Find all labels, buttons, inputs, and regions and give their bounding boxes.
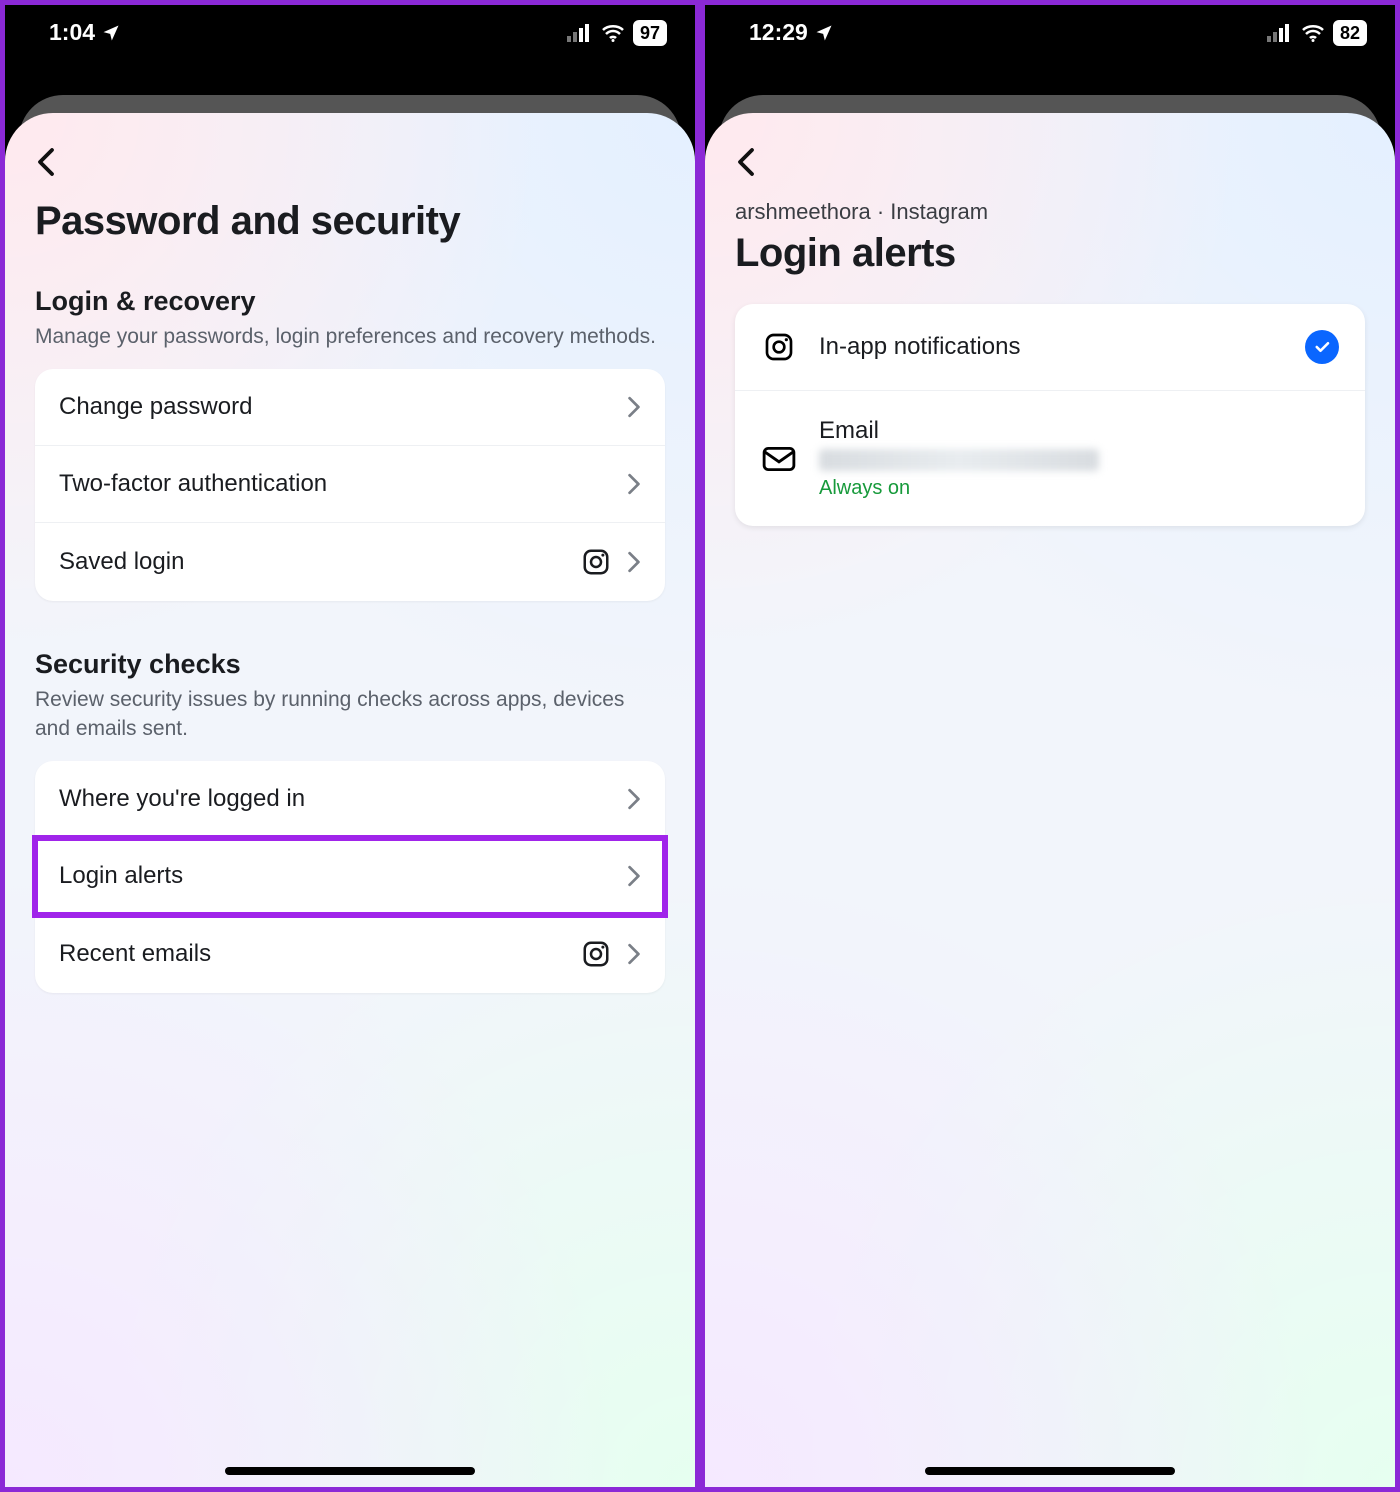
row-label: Email [819,417,1339,445]
settings-sheet: Password and security Login & recovery M… [5,113,695,1487]
instagram-icon [581,939,611,969]
row-label: Saved login [59,548,184,576]
email-icon [761,446,797,472]
page-title: Password and security [35,199,665,244]
status-bar: 12:29 82 [705,5,1395,56]
screenshot-right: 12:29 82 arshmeethora · Instagram Login … [700,0,1400,1492]
row-label: Recent emails [59,940,211,968]
card-login-alerts: In-app notifications Email Always on [735,304,1365,526]
breadcrumb: arshmeethora · Instagram [735,199,1365,225]
home-indicator[interactable] [925,1467,1175,1475]
row-label: Two-factor authentication [59,470,327,498]
location-arrow-icon [814,23,834,43]
cellular-signal-icon [567,24,593,42]
row-two-factor[interactable]: Two-factor authentication [35,446,665,523]
chevron-right-icon [627,551,641,573]
section-heading: Login & recovery [35,286,665,317]
row-recent-emails[interactable]: Recent emails [35,915,665,993]
row-label: In-app notifications [819,333,1283,361]
back-button[interactable] [35,147,665,177]
card-login-recovery: Change password Two-factor authenticatio… [35,369,665,601]
section-description: Manage your passwords, login preferences… [35,323,665,351]
checked-badge [1305,330,1339,364]
row-label: Login alerts [59,862,183,890]
row-change-password[interactable]: Change password [35,369,665,446]
row-email[interactable]: Email Always on [735,391,1365,526]
chevron-right-icon [627,865,641,887]
screenshot-left: 1:04 97 Password and security Login & re… [0,0,700,1492]
cellular-signal-icon [1267,24,1293,42]
wifi-icon [1301,24,1325,42]
row-where-logged-in[interactable]: Where you're logged in [35,761,665,838]
redacted-email [819,449,1099,471]
wifi-icon [601,24,625,42]
home-indicator[interactable] [225,1467,475,1475]
instagram-icon [761,331,797,363]
status-text: Always on [819,477,1339,500]
battery-indicator: 82 [1333,20,1367,46]
instagram-icon [581,547,611,577]
status-time: 12:29 [749,19,808,46]
chevron-right-icon [627,943,641,965]
section-description: Review security issues by running checks… [35,686,665,743]
section-heading: Security checks [35,649,665,680]
status-bar: 1:04 97 [5,5,695,56]
section-login-recovery: Login & recovery Manage your passwords, … [35,286,665,601]
row-label: Where you're logged in [59,785,305,813]
card-security-checks: Where you're logged in Login alerts Rece… [35,761,665,993]
chevron-right-icon [627,473,641,495]
row-in-app-notifications[interactable]: In-app notifications [735,304,1365,391]
chevron-right-icon [627,396,641,418]
login-alerts-sheet: arshmeethora · Instagram Login alerts In… [705,113,1395,1487]
chevron-right-icon [627,788,641,810]
row-login-alerts[interactable]: Login alerts [35,838,665,915]
section-security-checks: Security checks Review security issues b… [35,649,665,993]
page-title: Login alerts [735,231,1365,276]
row-label: Change password [59,393,252,421]
status-time: 1:04 [49,19,95,46]
battery-indicator: 97 [633,20,667,46]
location-arrow-icon [101,23,121,43]
back-button[interactable] [735,147,1365,177]
row-saved-login[interactable]: Saved login [35,523,665,601]
